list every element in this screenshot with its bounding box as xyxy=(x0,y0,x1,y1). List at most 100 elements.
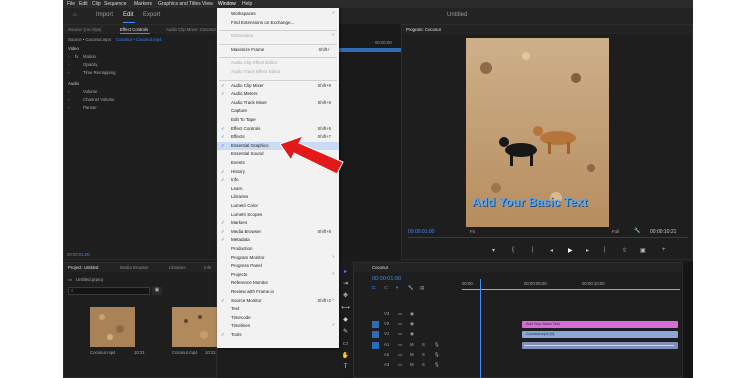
step-back-icon[interactable]: | xyxy=(532,247,534,253)
menu-item-production[interactable]: Production xyxy=(231,246,253,251)
menu-item-timelines[interactable]: Timelines xyxy=(231,323,250,328)
chevron-right-icon[interactable]: › xyxy=(68,97,69,102)
hand-tool-icon[interactable]: ✋ xyxy=(341,352,350,360)
lock-icon[interactable]: ▭ xyxy=(398,331,402,337)
menu-sequence[interactable]: Sequence xyxy=(104,1,127,7)
microphone-icon[interactable]: 🎙 xyxy=(434,342,439,348)
menu-item-essential-sound[interactable]: Essential Sound xyxy=(231,151,264,156)
menu-item-capture[interactable]: Capture xyxy=(231,108,247,113)
solo-button[interactable]: S xyxy=(422,362,425,367)
mark-out-icon[interactable]: { xyxy=(512,247,514,253)
effect-opacity[interactable]: Opacity xyxy=(83,62,98,67)
menu-item-tools[interactable]: Tools xyxy=(231,332,242,337)
captions-icon[interactable]: ▤ xyxy=(420,285,424,291)
tab-libraries[interactable]: Libraries xyxy=(169,265,185,270)
program-video-frame[interactable]: Add Your Basic Text xyxy=(466,38,609,227)
audio-clip[interactable] xyxy=(522,342,678,349)
export-tab[interactable]: Export xyxy=(143,12,160,18)
track-target-a1[interactable] xyxy=(372,342,379,349)
mark-in-icon[interactable]: ▾ xyxy=(492,247,495,254)
solo-button[interactable]: S xyxy=(422,352,425,357)
slip-tool-icon[interactable]: ⟷ xyxy=(341,304,350,312)
snap-icon[interactable]: ⊏ xyxy=(372,285,376,291)
lock-icon[interactable]: ▭ xyxy=(398,321,402,327)
menu-item-markers[interactable]: Markers xyxy=(231,220,247,225)
menu-item-lumetri-scopes[interactable]: Lumetri Scopes xyxy=(231,212,262,217)
search-input[interactable]: ⌕ xyxy=(68,287,150,295)
mute-button[interactable]: M xyxy=(410,352,414,357)
menu-item-effect-controls[interactable]: Effect Controls xyxy=(231,126,260,131)
title-overlay-text[interactable]: Add Your Basic Text xyxy=(472,195,587,209)
solo-button[interactable]: S xyxy=(422,342,425,347)
lock-icon[interactable]: ▭ xyxy=(398,311,402,317)
import-tab[interactable]: Import xyxy=(96,12,113,18)
menu-markers[interactable]: Markers xyxy=(134,1,152,7)
text-tool-icon[interactable]: T xyxy=(341,364,350,372)
menu-item-reference-monitor[interactable]: Reference Monitor xyxy=(231,280,268,285)
timeline-timecode[interactable]: 00:00:01:00 xyxy=(372,276,401,282)
lock-icon[interactable]: ▭ xyxy=(398,362,402,368)
tab-audio-clip-mixer[interactable]: Audio Clip Mixer: Coconut xyxy=(166,27,216,32)
menu-item-review-with-frame-io[interactable]: Review with Frame.io xyxy=(231,289,274,294)
wrench-icon[interactable]: 🔧 xyxy=(634,228,640,234)
chevron-right-icon[interactable]: › xyxy=(68,62,69,67)
mute-button[interactable]: M xyxy=(410,362,414,367)
menu-clip[interactable]: Clip xyxy=(92,1,101,7)
menu-item-audio-track-mixer[interactable]: Audio Track Mixer xyxy=(231,100,267,105)
source-path[interactable]: Source • Coconut.mp4 xyxy=(68,37,111,42)
microphone-icon[interactable]: 🎙 xyxy=(434,352,439,358)
linked-selection-icon[interactable]: ⊂ xyxy=(384,285,388,291)
playhead[interactable] xyxy=(480,279,481,378)
effect-volume[interactable]: Volume xyxy=(83,89,97,94)
chevron-right-icon[interactable]: › xyxy=(68,89,69,94)
tab-program[interactable]: Program: Coconut xyxy=(406,27,441,32)
effect-channel-volume[interactable]: Channel Volume xyxy=(83,97,115,102)
menu-item-audio-clip-mixer[interactable]: Audio Clip Mixer xyxy=(231,83,264,88)
go-to-out-icon[interactable]: | xyxy=(604,247,606,253)
menu-item-media-browser[interactable]: Media Browser xyxy=(231,229,261,234)
ripple-edit-tool-icon[interactable]: ✥ xyxy=(341,292,350,300)
menu-item-workspaces[interactable]: Workspaces xyxy=(231,11,256,16)
chevron-right-icon[interactable]: › xyxy=(68,70,69,75)
button-editor-icon[interactable]: + xyxy=(662,247,666,253)
menu-item-info[interactable]: Info xyxy=(231,177,239,182)
lock-icon[interactable]: ▭ xyxy=(398,342,402,348)
fit-select[interactable]: Fit xyxy=(470,229,475,234)
menu-item-audio-meters[interactable]: Audio Meters xyxy=(231,91,258,96)
edit-tab[interactable]: Edit xyxy=(123,12,133,18)
microphone-icon[interactable]: 🎙 xyxy=(434,362,439,368)
play-icon[interactable]: ▶ xyxy=(568,247,573,254)
scrub-bar[interactable] xyxy=(408,237,688,238)
menu-item-maximize-frame[interactable]: Maximize Frame xyxy=(231,47,264,52)
rectangle-tool-icon[interactable]: ▭ xyxy=(341,340,350,348)
menu-item-edit-to-tape[interactable]: Edit To Tape xyxy=(231,117,256,122)
clip-thumbnail[interactable] xyxy=(90,307,135,347)
menu-item-find-extensions-on-exchange[interactable]: Find Extensions on Exchange... xyxy=(231,20,294,25)
effect-controls-timecode[interactable]: 00:00:01:00 xyxy=(67,252,90,257)
step-frame-back-icon[interactable]: ◂ xyxy=(550,247,553,254)
menu-item-history[interactable]: History xyxy=(231,169,245,174)
selection-tool-icon[interactable]: ▸ xyxy=(341,268,350,276)
program-timecode[interactable]: 00:00:01:00 xyxy=(408,229,434,235)
chevron-right-icon[interactable]: › xyxy=(68,105,69,110)
effect-motion[interactable]: Motion xyxy=(83,54,96,59)
new-bin-icon[interactable]: ▣ xyxy=(152,287,162,295)
menu-help[interactable]: Help xyxy=(242,1,252,7)
razor-tool-icon[interactable]: ◆ xyxy=(341,316,350,324)
title-clip[interactable]: Add Your Basic Text xyxy=(522,321,678,328)
eye-icon[interactable]: ◉ xyxy=(410,311,414,317)
tab-effect-controls[interactable]: Effect Controls xyxy=(120,27,148,32)
effect-time-remapping[interactable]: Time Remapping xyxy=(83,70,116,75)
video-clip[interactable]: Coconut.mp4 [V] xyxy=(522,331,678,338)
step-frame-forward-icon[interactable]: ▸ xyxy=(586,247,589,254)
menu-item-progress-panel[interactable]: Progress Panel xyxy=(231,263,262,268)
menu-graphics-and-titles[interactable]: Graphics and Titles xyxy=(158,1,201,7)
menu-view[interactable]: View xyxy=(202,1,213,7)
add-marker-icon[interactable]: ▾ xyxy=(396,285,398,291)
menu-item-learn[interactable]: Learn xyxy=(231,186,243,191)
lock-icon[interactable]: ▭ xyxy=(398,352,402,358)
lift-icon[interactable]: ⇧ xyxy=(622,247,627,254)
clip-thumbnail[interactable] xyxy=(172,307,217,347)
menu-item-metadata[interactable]: Metadata xyxy=(231,237,250,242)
menu-item-libraries[interactable]: Libraries xyxy=(231,194,248,199)
